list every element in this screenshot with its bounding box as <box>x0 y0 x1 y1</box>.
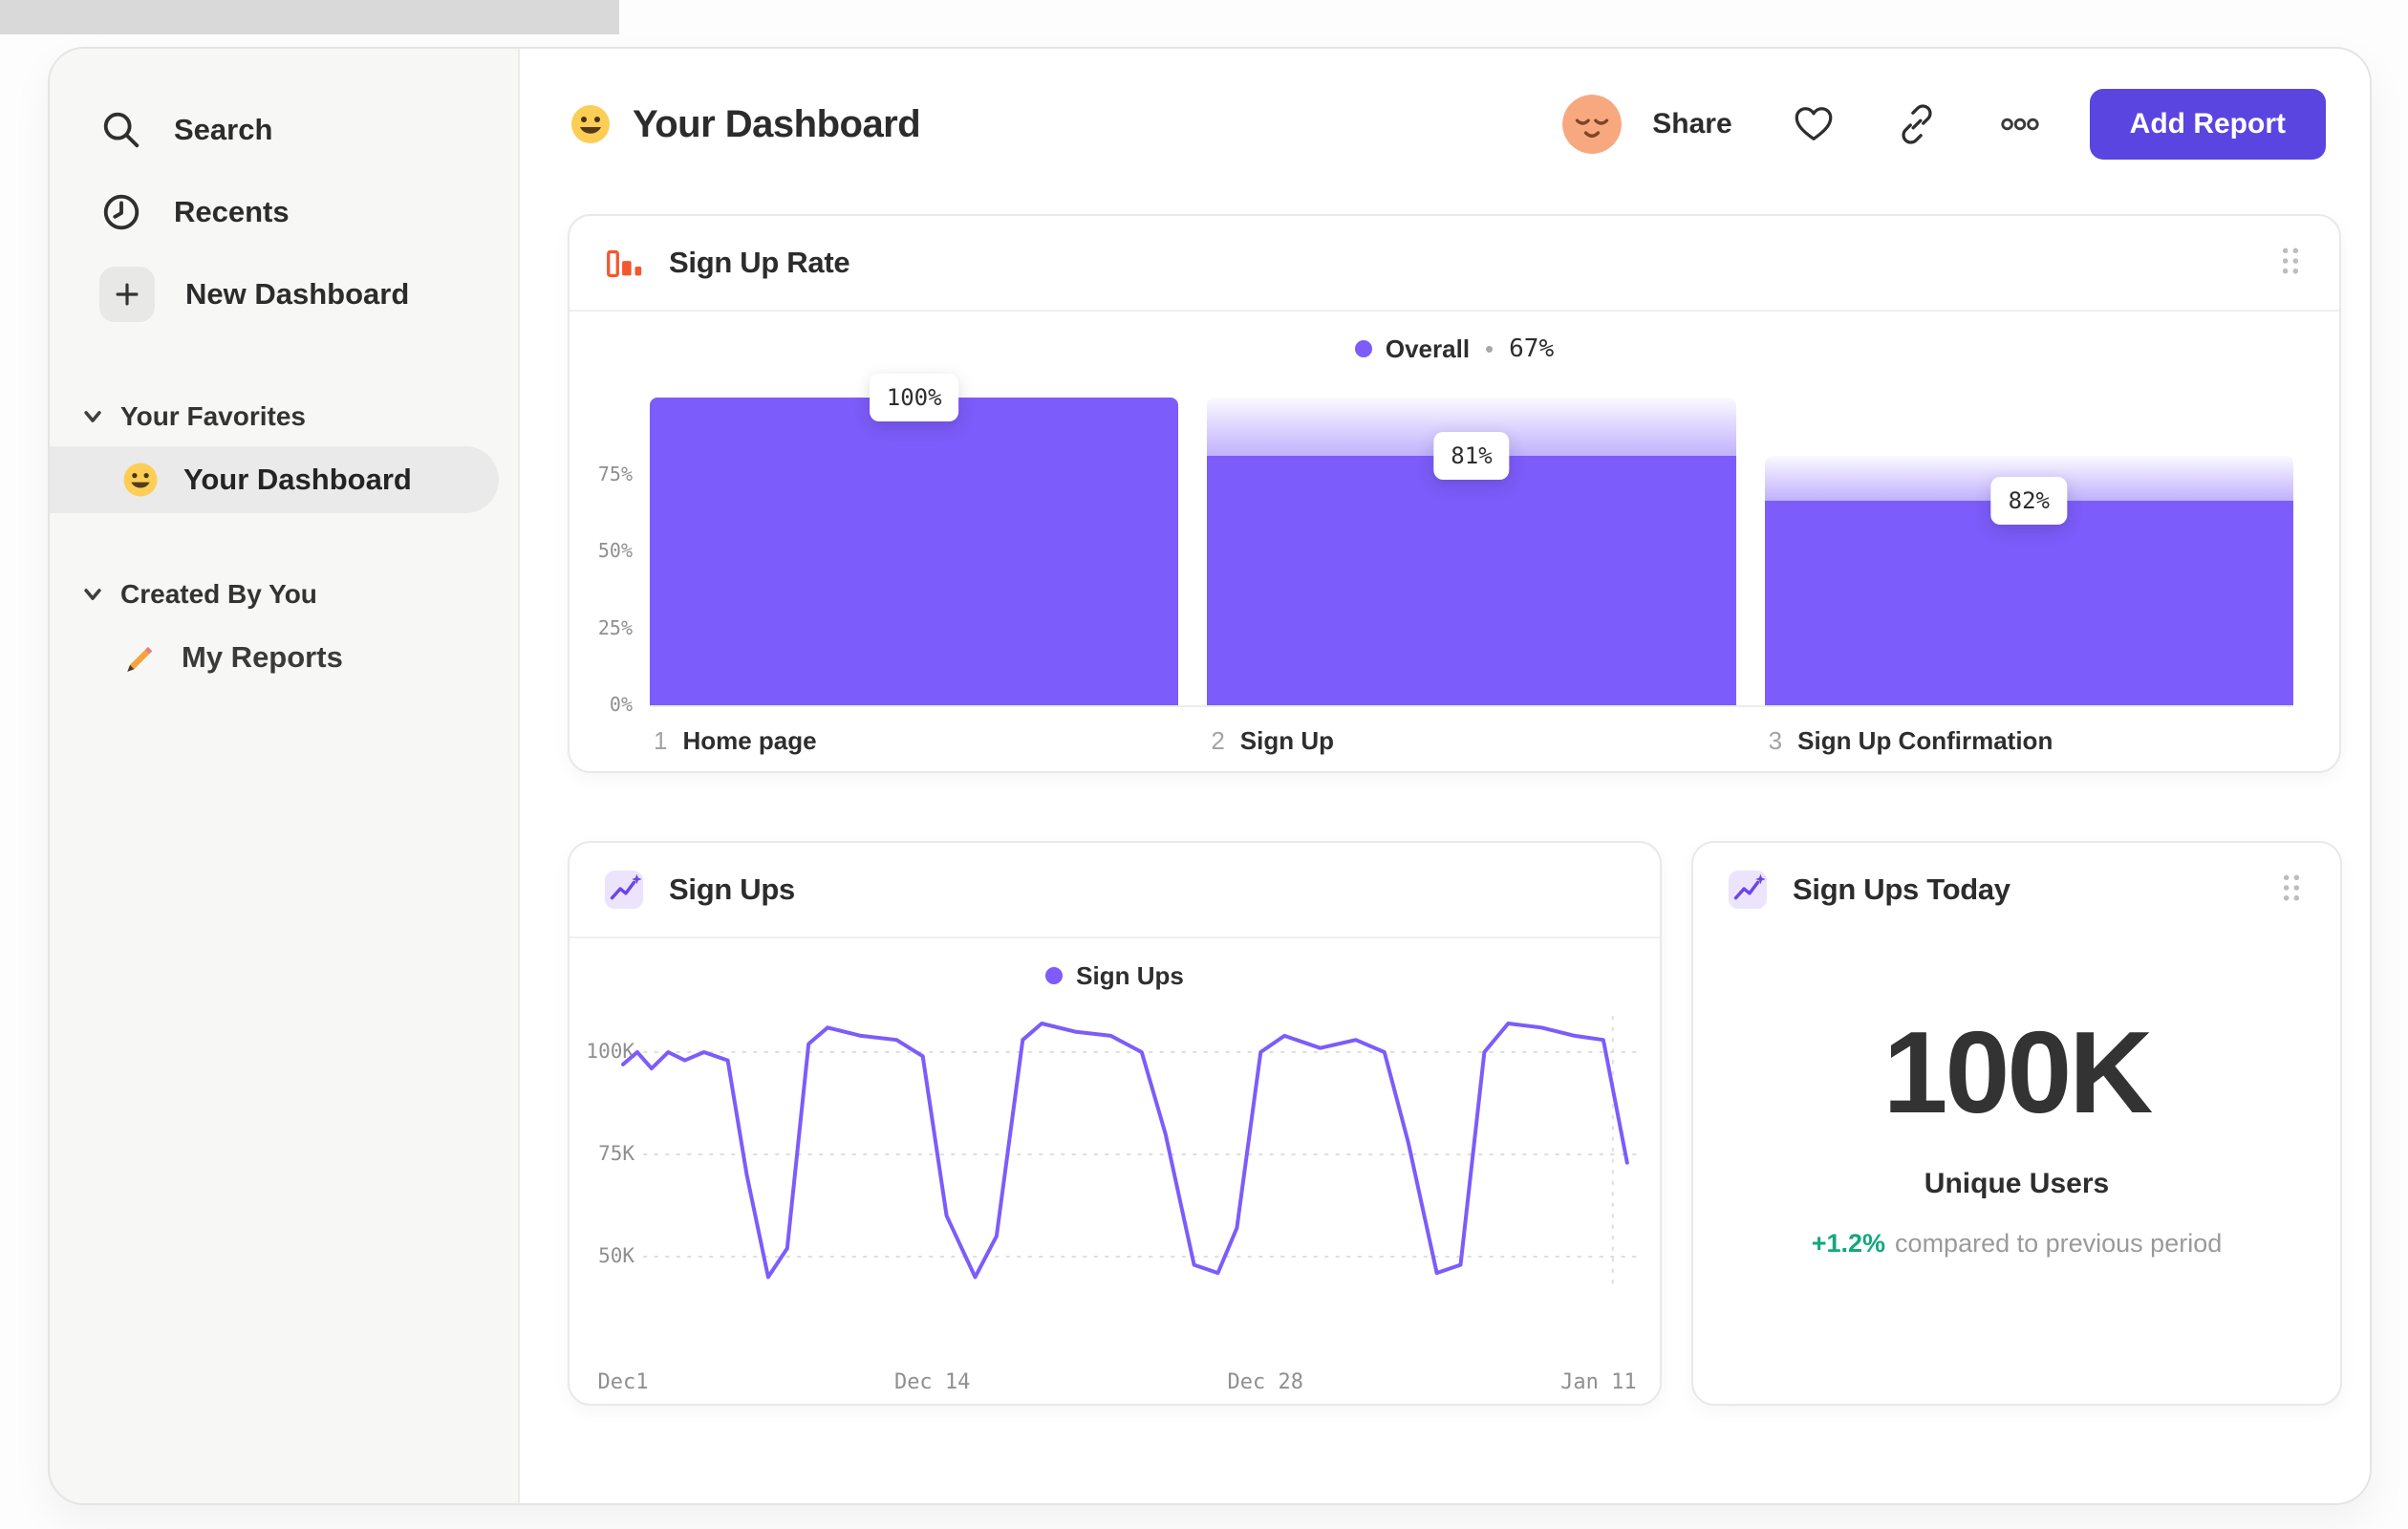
card-sign-up-rate: Sign Up Rate Overall • 67% 75% 50% 25% 0% 1… <box>568 214 2341 773</box>
heart-icon[interactable] <box>1792 102 1836 146</box>
section-toggle-created-by-you[interactable]: Created By You <box>50 565 518 624</box>
funnel-step-labels: 1 Home page 2 Sign Up 3 Sign Up Confirmation <box>650 726 2293 756</box>
dashboard-main: Your Dashboard Share Add Report Sign Up … <box>520 49 2370 1503</box>
line-chart-icon <box>1728 870 1768 910</box>
chevron-down-icon <box>84 589 101 600</box>
card-header: Sign Up Rate <box>570 216 2339 312</box>
sidebar-item-label: Your Dashboard <box>183 463 412 496</box>
card-title: Sign Ups Today <box>1793 872 2010 906</box>
funnel-bar <box>1207 456 1736 705</box>
sign-ups-series-line <box>621 1022 1629 1280</box>
sign-ups-line-chart <box>621 1016 1639 1291</box>
line-legend[interactable]: Sign Ups <box>570 954 1660 998</box>
funnel-step-label: 1 Home page <box>650 726 1178 756</box>
dashboard-header: Your Dashboard Share Add Report <box>568 85 2326 163</box>
card-header: Sign Ups <box>570 843 1660 938</box>
axis-tick-label: Dec 28 <box>1227 1370 1304 1394</box>
funnel-step-label: 2 Sign Up <box>1207 726 1735 756</box>
search-icon <box>103 112 140 148</box>
metric-delta: +1.2% compared to previous period <box>1693 1229 2340 1259</box>
section-your-favorites: Your Favorites Your Dashboard <box>50 387 518 513</box>
metric-label: Unique Users <box>1924 1168 2110 1199</box>
metric-delta-note: compared to previous period <box>1895 1229 2223 1258</box>
legend-dot <box>1354 340 1372 357</box>
legend-name: Sign Ups <box>1076 960 1184 990</box>
smiley-emoji-icon <box>123 463 158 497</box>
axis-tick-label: 25% <box>597 615 633 639</box>
page-title-group: Your Dashboard <box>568 101 921 147</box>
funnel-bar <box>1764 501 2293 705</box>
share-button[interactable]: Share <box>1652 108 1731 140</box>
funnel-step-index: 3 <box>1768 726 1783 755</box>
page-title: Your Dashboard <box>633 102 921 145</box>
legend-name: Overall <box>1385 334 1471 363</box>
funnel-step-label: 3 Sign Up Confirmation <box>1765 726 2293 756</box>
legend-value: 67% <box>1509 334 1555 363</box>
drag-handle-icon[interactable] <box>2275 867 2308 914</box>
funnel-step-name: Sign Up <box>1239 726 1335 755</box>
header-actions: Share Add Report <box>1562 89 2326 160</box>
axis-tick-label: Jan 11 <box>1560 1370 1637 1394</box>
funnel-step-index: 1 <box>654 726 668 755</box>
axis-tick-label: Dec 14 <box>893 1370 971 1394</box>
sidebar-item-label: New Dashboard <box>185 277 410 311</box>
funnel-step-index: 2 <box>1211 726 1225 755</box>
funnel-step-name: Home page <box>682 726 817 755</box>
sidebar-item-new-dashboard[interactable]: New Dashboard <box>50 253 518 335</box>
funnel-bar <box>650 398 1179 705</box>
section-title: Created By You <box>120 579 317 609</box>
funnel-step-name: Sign Up Confirmation <box>1797 726 2053 755</box>
card-title: Sign Ups <box>669 872 795 906</box>
sidebar-item-label: My Reports <box>182 640 343 674</box>
dashboard-emoji-icon <box>571 105 610 143</box>
clock-icon <box>103 194 140 230</box>
legend-separator: • <box>1485 334 1494 363</box>
sidebar-item-search[interactable]: Search <box>50 89 518 171</box>
section-title: Your Favorites <box>120 401 306 431</box>
funnel-value-chip: 81% <box>1433 432 1510 481</box>
legend-dot <box>1045 967 1064 984</box>
sidebar-item-your-dashboard[interactable]: Your Dashboard <box>50 446 499 513</box>
card-header: Sign Ups Today <box>1693 843 2340 937</box>
sidebar-item-recents[interactable]: Recents <box>50 171 518 253</box>
funnel-chart-icon <box>607 249 642 278</box>
funnel-bars: 100% 81% 82% <box>650 374 2293 705</box>
funnel-value-chip: 100% <box>869 374 959 421</box>
background-window-edge <box>0 0 619 34</box>
add-report-button[interactable]: Add Report <box>2089 89 2326 160</box>
funnel-bar-column[interactable]: 82% <box>1764 398 2293 705</box>
link-icon[interactable] <box>1895 102 1939 146</box>
metric-block: 100K Unique Users +1.2% compared to previ… <box>1693 1005 2340 1259</box>
section-created-by-you: Created By You My Reports <box>50 565 518 691</box>
chevron-down-icon <box>84 411 101 422</box>
axis-tick-label: 0% <box>609 693 633 716</box>
section-toggle-your-favorites[interactable]: Your Favorites <box>50 387 518 446</box>
line-chart-icon <box>604 870 644 910</box>
funnel-value-chip: 82% <box>1990 477 2067 526</box>
axis-tick-label: 75% <box>597 462 633 485</box>
metric-value: 100K <box>1882 1007 2154 1137</box>
axis-tick-label: Dec1 <box>597 1370 649 1394</box>
card-title: Sign Up Rate <box>669 246 850 279</box>
funnel-bar-column[interactable]: 81% <box>1207 398 1736 705</box>
axis-tick-label: 50% <box>597 539 633 562</box>
drag-handle-icon[interactable] <box>2274 240 2307 287</box>
avatar[interactable] <box>1562 95 1623 154</box>
card-sign-ups-today: Sign Ups Today 100K Unique Users +1.2% co… <box>1691 841 2342 1406</box>
pencil-emoji-icon <box>127 646 153 672</box>
funnel-baseline <box>650 705 2293 707</box>
metric-delta-value: +1.2% <box>1811 1229 1886 1258</box>
line-x-axis: Dec1 Dec 14 Dec 28 Jan 11 <box>570 1370 1660 1401</box>
funnel-bar-column[interactable]: 100% <box>650 374 1179 705</box>
sidebar: Search Recents New Dashboard Your Favori… <box>50 49 520 1503</box>
funnel-legend[interactable]: Overall • 67% <box>570 327 2339 371</box>
card-sign-ups: Sign Ups Sign Ups 100K 75K 50K Dec1 Dec 14 D… <box>568 841 1662 1406</box>
more-options-icon[interactable] <box>1998 102 2042 146</box>
sidebar-item-my-reports[interactable]: My Reports <box>50 624 499 691</box>
sidebar-item-label: Search <box>174 113 273 146</box>
plus-icon <box>99 267 155 322</box>
app-window: Search Recents New Dashboard Your Favori… <box>48 47 2372 1505</box>
sidebar-item-label: Recents <box>174 195 290 228</box>
